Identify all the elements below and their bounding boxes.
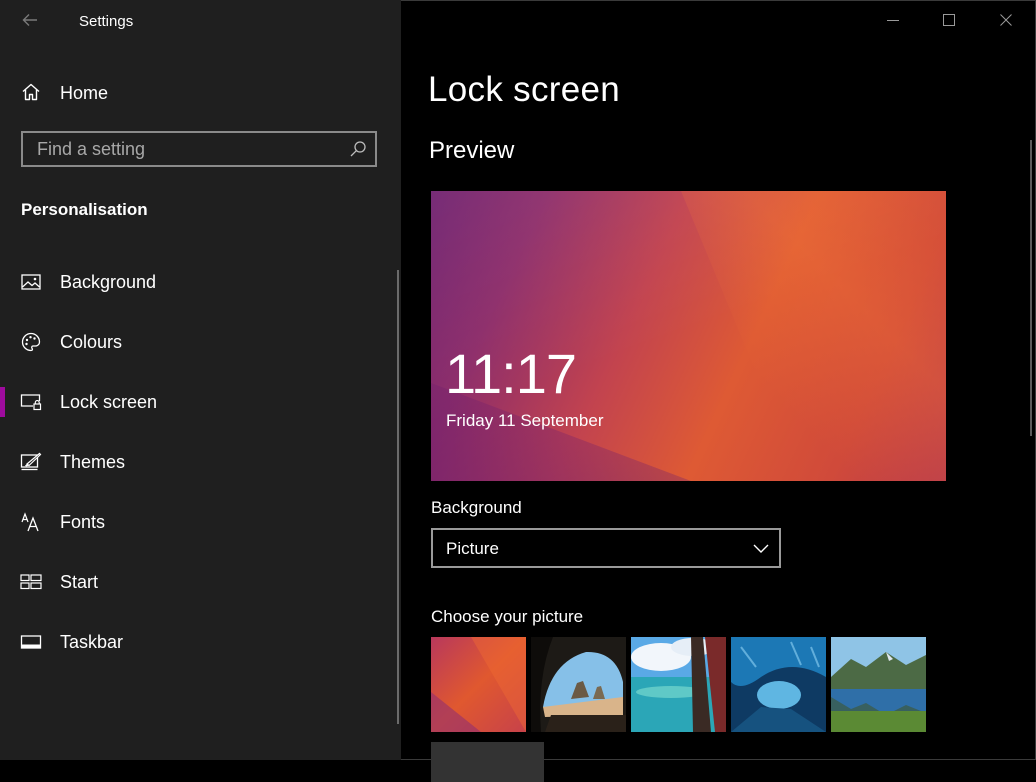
nav-item-fonts[interactable]: Fonts [0, 500, 396, 544]
main-scrollbar[interactable] [1030, 140, 1032, 436]
preview-date: Friday 11 September [446, 411, 604, 430]
minimize-button[interactable] [865, 0, 921, 40]
thumbnail-ice-cave[interactable] [731, 637, 826, 732]
nav-item-lock-screen[interactable]: Lock screen [0, 380, 396, 424]
thumbnail-beach-cave[interactable] [531, 637, 626, 732]
browse-button[interactable] [431, 742, 544, 782]
nav-item-taskbar[interactable]: Taskbar [0, 620, 396, 664]
search-box[interactable] [21, 131, 377, 167]
home-label: Home [60, 83, 109, 103]
nav-item-label: Start [60, 572, 99, 592]
nav-item-label: Lock screen [60, 392, 158, 412]
choose-picture-label: Choose your picture [431, 607, 584, 626]
picture-icon [20, 271, 42, 293]
picture-thumbnails [431, 637, 926, 732]
preview-heading: Preview [429, 137, 515, 164]
nav-item-label: Background [60, 272, 157, 292]
nav-item-colours[interactable]: Colours [0, 320, 396, 364]
search-input[interactable] [23, 133, 343, 165]
maximize-icon [943, 14, 955, 26]
nav-home[interactable]: Home [0, 72, 398, 112]
palette-icon [20, 331, 42, 353]
themes-icon [20, 451, 42, 473]
search-icon[interactable] [349, 140, 367, 158]
lock-screen-icon [20, 391, 42, 413]
fonts-icon [20, 511, 42, 533]
back-arrow-icon [22, 14, 37, 26]
thumbnail-coast-cliff[interactable] [631, 637, 726, 732]
nav-item-themes[interactable]: Themes [0, 440, 396, 484]
lock-screen-preview: 11:17 Friday 11 September [431, 191, 946, 481]
nav-item-label: Taskbar [60, 632, 124, 652]
section-heading: Personalisation [21, 200, 148, 219]
taskbar-icon [20, 631, 42, 653]
background-dropdown[interactable]: Picture [431, 528, 781, 568]
thumbnail-mountain-lake[interactable] [831, 637, 926, 732]
app-title: Settings [79, 13, 134, 30]
nav-item-label: Fonts [60, 512, 106, 532]
sidebar: Settings Home Personalisation Background [0, 0, 401, 760]
start-icon [20, 571, 42, 593]
thumbnail-abstract[interactable] [431, 637, 526, 732]
back-button[interactable] [12, 4, 48, 36]
background-label: Background [431, 498, 522, 517]
nav-item-label: Themes [60, 452, 126, 472]
maximize-button[interactable] [921, 0, 977, 40]
preview-clock: 11:17 [445, 342, 577, 405]
home-icon [20, 81, 42, 103]
minimize-icon [887, 20, 899, 21]
nav-item-start[interactable]: Start [0, 560, 396, 604]
nav-item-background[interactable]: Background [0, 260, 396, 304]
sidebar-scrollbar[interactable] [397, 270, 399, 724]
close-button[interactable] [978, 0, 1034, 40]
chevron-down-icon [753, 544, 769, 553]
page-title: Lock screen [428, 70, 621, 109]
background-dropdown-value: Picture [446, 539, 499, 558]
selection-indicator [0, 387, 5, 417]
close-icon [1000, 14, 1012, 26]
nav-item-label: Colours [60, 332, 123, 352]
